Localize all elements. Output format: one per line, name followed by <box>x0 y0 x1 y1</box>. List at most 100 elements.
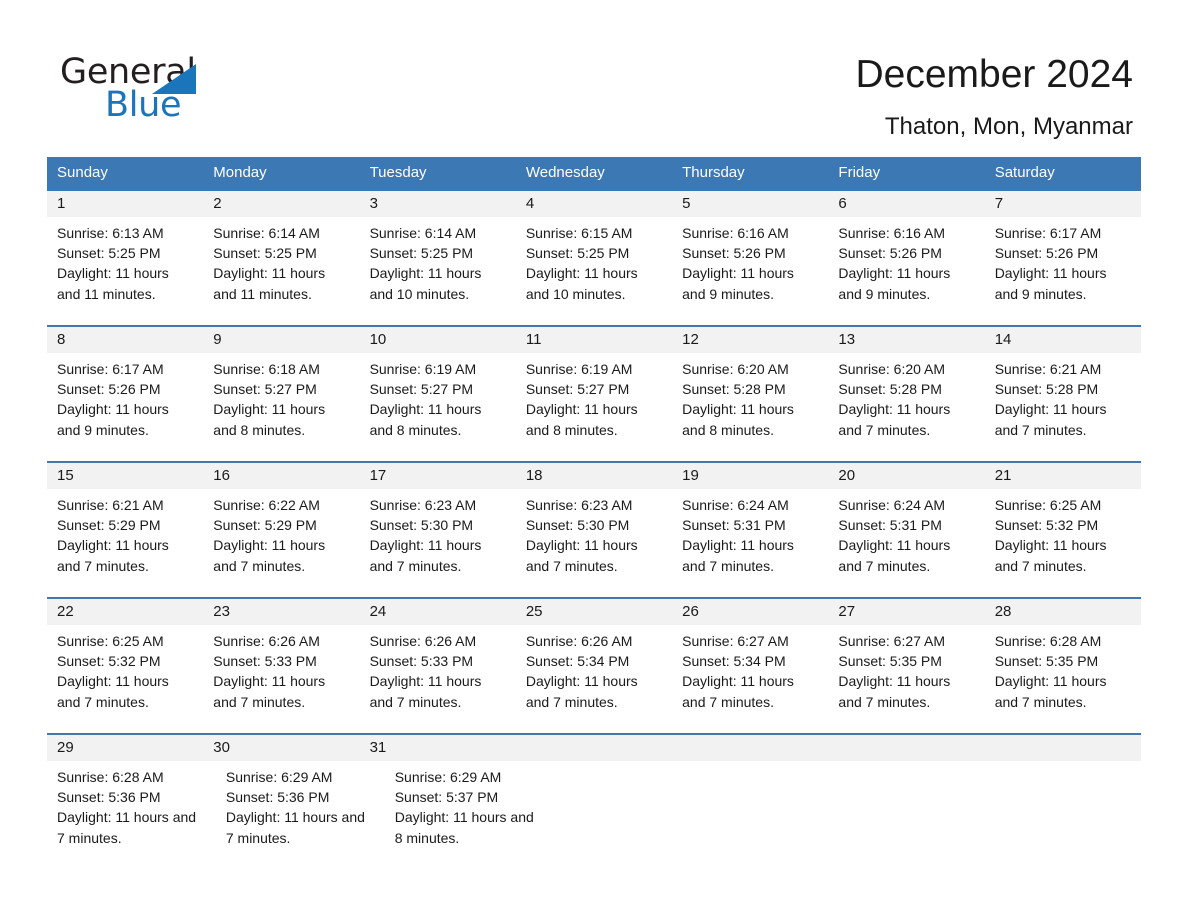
day-cell: Sunrise: 6:15 AM Sunset: 5:25 PM Dayligh… <box>516 217 672 325</box>
sunset-text: Sunset: 5:27 PM <box>369 381 474 398</box>
weekday-tuesday: Tuesday <box>369 164 427 181</box>
logo-text-blue: Blue <box>105 85 182 125</box>
page-header: General Blue December 2024 Thaton, Mon, … <box>0 0 1188 155</box>
daylight-text: Daylight: 11 hours and 9 minutes. <box>838 265 951 302</box>
sunrise-text: Sunrise: 6:21 AM <box>57 497 164 513</box>
daylight-text: Daylight: 11 hours and 7 minutes. <box>838 401 951 438</box>
sunset-text: Sunset: 5:37 PM <box>394 789 499 806</box>
day-number: 27 <box>838 603 856 620</box>
day-cell: Sunrise: 6:27 AM Sunset: 5:35 PM Dayligh… <box>828 625 984 733</box>
weekday-thursday: Thursday <box>682 164 745 181</box>
day-cell: Sunrise: 6:29 AM Sunset: 5:36 PM Dayligh… <box>216 761 385 869</box>
calendar-week-row: 8 9 10 11 12 13 14 Sunrise: 6:17 AM Suns… <box>47 325 1141 461</box>
sunset-text: Sunset: 5:28 PM <box>838 381 942 398</box>
sunset-text: Sunset: 5:26 PM <box>838 245 942 262</box>
day-cell: Sunrise: 6:22 AM Sunset: 5:29 PM Dayligh… <box>203 489 359 597</box>
day-number: 5 <box>682 195 691 212</box>
week-details-band: Sunrise: 6:17 AM Sunset: 5:26 PM Dayligh… <box>47 353 1141 461</box>
day-cell: Sunrise: 6:21 AM Sunset: 5:29 PM Dayligh… <box>47 489 203 597</box>
sunrise-text: Sunrise: 6:19 AM <box>369 361 477 377</box>
day-number: 3 <box>369 195 378 212</box>
day-number: 11 <box>525 331 542 348</box>
page-title: December 2024 <box>855 53 1134 96</box>
calendar-week-row: 15 16 17 18 19 20 21 Sunrise: 6:21 AM Su… <box>47 461 1141 597</box>
sunset-text: Sunset: 5:31 PM <box>682 517 786 534</box>
day-number: 28 <box>994 603 1012 620</box>
sunrise-text: Sunrise: 6:14 AM <box>213 225 320 241</box>
day-number: 26 <box>682 603 699 620</box>
day-number: 9 <box>213 331 222 348</box>
day-cell: Sunrise: 6:16 AM Sunset: 5:26 PM Dayligh… <box>672 217 828 325</box>
sunrise-text: Sunrise: 6:19 AM <box>525 361 633 377</box>
day-cell: Sunrise: 6:23 AM Sunset: 5:30 PM Dayligh… <box>360 489 516 597</box>
day-cell: Sunrise: 6:19 AM Sunset: 5:27 PM Dayligh… <box>516 353 672 461</box>
calendar-page: General Blue December 2024 Thaton, Mon, … <box>0 0 1188 918</box>
sunrise-text: Sunrise: 6:20 AM <box>838 361 946 377</box>
calendar-weekday-header: Sunday Monday Tuesday Wednesday Thursday… <box>47 157 1141 189</box>
day-number: 21 <box>994 467 1012 484</box>
sunset-text: Sunset: 5:25 PM <box>525 245 630 262</box>
day-number: 29 <box>57 739 74 756</box>
sunrise-text: Sunrise: 6:21 AM <box>994 361 1102 377</box>
sunrise-text: Sunrise: 6:24 AM <box>838 497 946 513</box>
day-cell: Sunrise: 6:25 AM Sunset: 5:32 PM Dayligh… <box>47 625 203 733</box>
day-number: 2 <box>213 195 222 212</box>
daylight-text: Daylight: 11 hours and 7 minutes. <box>682 673 794 710</box>
sunrise-text: Sunrise: 6:26 AM <box>369 633 477 649</box>
week-details-band: Sunrise: 6:13 AM Sunset: 5:25 PM Dayligh… <box>47 217 1141 325</box>
sunset-text: Sunset: 5:33 PM <box>213 653 317 670</box>
day-cell-empty <box>847 761 994 869</box>
sunrise-text: Sunrise: 6:20 AM <box>682 361 789 377</box>
daylight-text: Daylight: 11 hours and 7 minutes. <box>838 537 951 574</box>
day-number: 20 <box>838 467 856 484</box>
general-blue-logo: General Blue <box>60 52 320 128</box>
sunrise-text: Sunrise: 6:16 AM <box>682 225 789 241</box>
week-details-band: Sunrise: 6:28 AM Sunset: 5:36 PM Dayligh… <box>47 761 1141 869</box>
day-cell: Sunrise: 6:20 AM Sunset: 5:28 PM Dayligh… <box>828 353 984 461</box>
day-number: 4 <box>525 195 535 212</box>
week-daynumber-band: 8 9 10 11 12 13 14 <box>47 327 1141 353</box>
week-daynumber-band: 29 30 31 <box>47 735 1141 761</box>
weekday-wednesday: Wednesday <box>525 164 605 181</box>
day-number: 1 <box>57 195 66 212</box>
sunrise-text: Sunrise: 6:24 AM <box>682 497 789 513</box>
sunset-text: Sunset: 5:25 PM <box>213 245 317 262</box>
sunset-text: Sunset: 5:31 PM <box>838 517 942 534</box>
weekday-monday: Monday <box>213 164 267 181</box>
sunrise-text: Sunrise: 6:23 AM <box>369 497 477 513</box>
sunset-text: Sunset: 5:28 PM <box>682 381 786 398</box>
sunset-text: Sunset: 5:35 PM <box>994 653 1099 670</box>
daylight-text: Daylight: 11 hours and 7 minutes. <box>994 537 1107 574</box>
day-number: 18 <box>525 467 543 484</box>
page-subtitle-location: Thaton, Mon, Myanmar <box>884 113 1133 140</box>
sunset-text: Sunset: 5:33 PM <box>369 653 474 670</box>
calendar-table: Sunday Monday Tuesday Wednesday Thursday… <box>47 157 1141 869</box>
day-number: 24 <box>369 603 387 620</box>
day-number: 16 <box>213 467 230 484</box>
sunset-text: Sunset: 5:36 PM <box>225 789 330 806</box>
day-number: 31 <box>369 739 387 756</box>
sunrise-text: Sunrise: 6:26 AM <box>213 633 320 649</box>
sunrise-text: Sunrise: 6:27 AM <box>838 633 946 649</box>
day-cell: Sunrise: 6:28 AM Sunset: 5:36 PM Dayligh… <box>47 761 216 869</box>
daylight-text: Daylight: 11 hours and 11 minutes. <box>57 265 169 302</box>
day-number: 12 <box>682 331 699 348</box>
daylight-text: Daylight: 11 hours and 8 minutes. <box>369 401 482 438</box>
daylight-text: Daylight: 11 hours and 8 minutes. <box>394 809 534 846</box>
daylight-text: Daylight: 11 hours and 7 minutes. <box>369 537 482 574</box>
day-number: 17 <box>369 467 387 484</box>
sunrise-text: Sunrise: 6:16 AM <box>838 225 946 241</box>
day-cell: Sunrise: 6:24 AM Sunset: 5:31 PM Dayligh… <box>828 489 984 597</box>
day-cell: Sunrise: 6:16 AM Sunset: 5:26 PM Dayligh… <box>828 217 984 325</box>
sunset-text: Sunset: 5:29 PM <box>213 517 317 534</box>
day-cell: Sunrise: 6:26 AM Sunset: 5:34 PM Dayligh… <box>516 625 672 733</box>
sunrise-text: Sunrise: 6:28 AM <box>57 769 164 785</box>
day-cell-empty <box>700 761 847 869</box>
daylight-text: Daylight: 11 hours and 7 minutes. <box>213 537 326 574</box>
sunset-text: Sunset: 5:34 PM <box>525 653 630 670</box>
sunrise-text: Sunrise: 6:17 AM <box>57 361 164 377</box>
day-cell: Sunrise: 6:26 AM Sunset: 5:33 PM Dayligh… <box>360 625 516 733</box>
sunrise-text: Sunrise: 6:29 AM <box>225 769 333 785</box>
day-cell: Sunrise: 6:21 AM Sunset: 5:28 PM Dayligh… <box>985 353 1141 461</box>
sunrise-text: Sunrise: 6:17 AM <box>994 225 1102 241</box>
